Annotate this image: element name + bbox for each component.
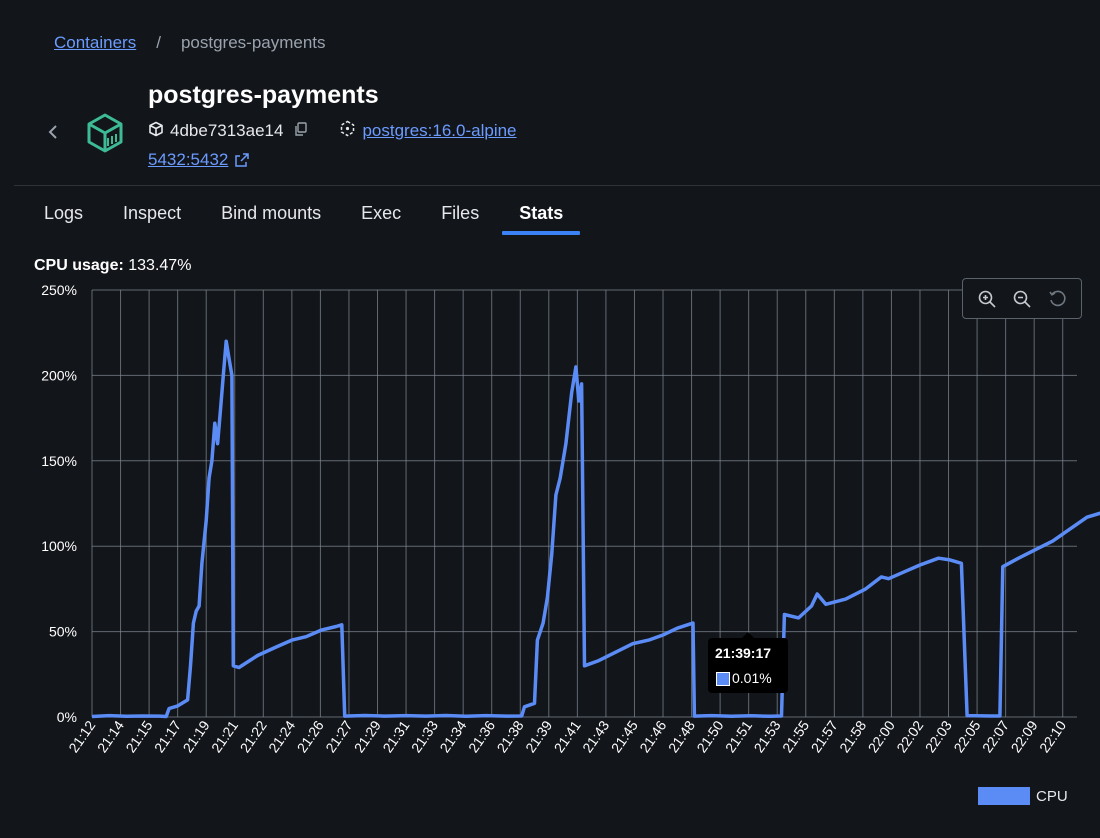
y-tick-label: 200% (41, 367, 77, 383)
x-tick-label: 21:34 (436, 717, 469, 755)
x-tick-label: 21:48 (665, 717, 698, 755)
x-tick-label: 21:14 (94, 717, 127, 755)
zoom-in-icon[interactable] (977, 289, 997, 309)
x-tick-label: 21:45 (608, 717, 641, 755)
zoom-out-icon[interactable] (1012, 289, 1032, 309)
x-tick-label: 21:22 (237, 717, 270, 755)
x-tick-label: 22:07 (979, 717, 1012, 755)
x-tick-label: 21:29 (351, 717, 384, 755)
x-tick-label: 21:57 (808, 717, 841, 755)
y-tick-label: 150% (41, 453, 77, 469)
x-tick-label: 21:39 (522, 717, 555, 755)
legend-label-cpu: CPU (1036, 787, 1068, 805)
x-tick-label: 21:41 (551, 717, 584, 755)
x-tick-label: 21:24 (265, 717, 298, 755)
chart-tooltip: 21:39:17 0.01% (708, 632, 788, 693)
tooltip-swatch (716, 672, 730, 686)
tooltip-time: 21:39:17 (715, 645, 772, 661)
chart-legend[interactable]: CPU (978, 787, 1068, 805)
tooltip-value: 0.01% (732, 670, 772, 686)
x-tick-label: 22:10 (1036, 717, 1069, 755)
x-tick-label: 21:51 (722, 717, 755, 755)
y-tick-label: 0% (57, 709, 77, 725)
x-tick-label: 22:05 (950, 717, 983, 755)
x-tick-label: 21:53 (750, 717, 783, 755)
x-tick-label: 21:21 (208, 717, 241, 755)
x-tick-label: 21:46 (636, 717, 669, 755)
x-tick-label: 21:43 (579, 717, 612, 755)
x-tick-label: 21:58 (836, 717, 869, 755)
x-tick-label: 21:15 (122, 717, 155, 755)
x-tick-label: 21:27 (322, 717, 355, 755)
y-tick-label: 50% (49, 624, 77, 640)
reset-zoom-icon[interactable] (1047, 289, 1067, 309)
x-tick-label: 22:02 (893, 717, 926, 755)
legend-swatch-cpu (978, 787, 1030, 805)
x-tick-label: 21:50 (693, 717, 726, 755)
y-tick-label: 100% (41, 538, 77, 554)
x-tick-label: 21:36 (465, 717, 498, 755)
x-tick-label: 22:00 (865, 717, 898, 755)
zoom-controls (962, 278, 1082, 319)
x-tick-label: 21:55 (779, 717, 812, 755)
x-tick-label: 21:19 (179, 717, 212, 755)
y-tick-label: 250% (41, 282, 77, 298)
x-tick-label: 21:33 (408, 717, 441, 755)
x-tick-label: 21:38 (494, 717, 527, 755)
x-tick-label: 22:03 (922, 717, 955, 755)
cpu-usage-chart[interactable]: 0%50%100%150%200%250%21:1221:1421:1521:1… (0, 0, 1100, 838)
x-tick-label: 21:31 (379, 717, 412, 755)
x-tick-label: 21:17 (151, 717, 184, 755)
x-tick-label: 22:09 (1007, 717, 1040, 755)
x-tick-label: 21:26 (294, 717, 327, 755)
